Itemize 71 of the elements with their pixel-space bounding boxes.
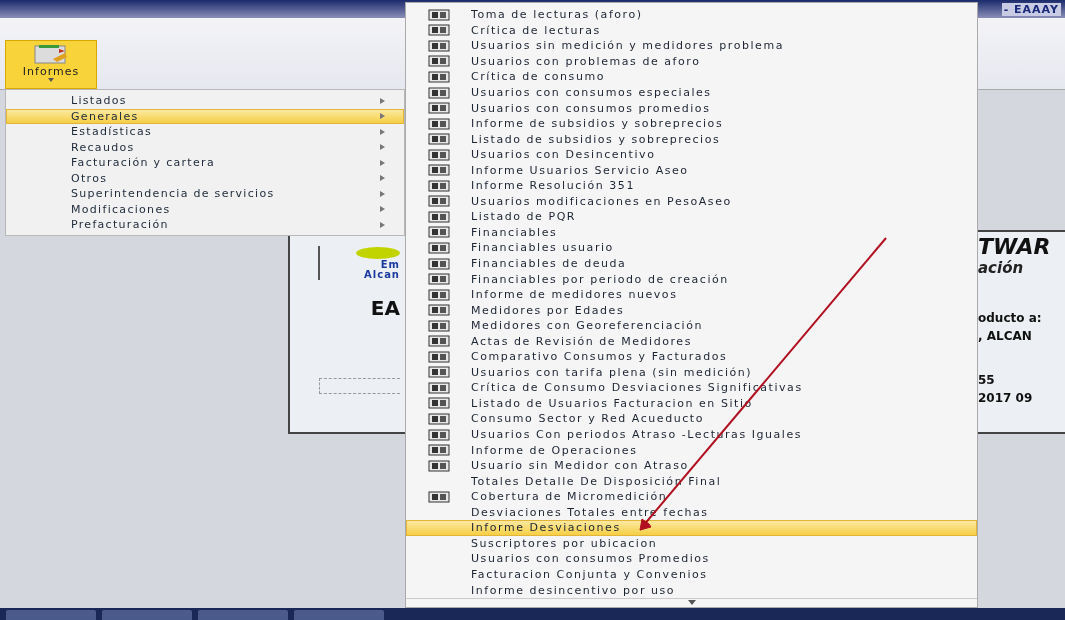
- taskbar-button[interactable]: [6, 610, 96, 620]
- splash-heading: EA: [370, 296, 400, 320]
- splash-text: 2017 09: [978, 391, 1034, 405]
- logo-text: Alcan: [364, 270, 400, 280]
- submenu-item[interactable]: Financiables por periodo de creación: [406, 271, 977, 287]
- submenu-arrow-icon: [380, 221, 385, 228]
- submenu-arrow-icon: [380, 159, 385, 166]
- submenu-item[interactable]: Facturacion Conjunta y Convenios: [406, 566, 977, 583]
- menu-item[interactable]: Superintendencia de servicios: [6, 186, 404, 202]
- window-title: - EAAAY: [1001, 2, 1061, 16]
- submenu-item[interactable]: Toma de lecturas (aforo): [406, 7, 977, 23]
- submenu-item[interactable]: Informe desincentivo por uso: [406, 582, 977, 598]
- submenu-item[interactable]: Usuarios con consumos especiales: [406, 84, 977, 101]
- submenu-item[interactable]: Informe Desviaciones: [406, 520, 977, 536]
- input-field[interactable]: [319, 378, 400, 394]
- taskbar-button[interactable]: [102, 610, 192, 620]
- submenu-item[interactable]: Medidores con Georeferenciación: [406, 317, 977, 334]
- splash-text: , ALCAN: [978, 329, 1033, 343]
- submenu-item[interactable]: Informe de medidores nuevos: [406, 286, 977, 303]
- scroll-down-strip[interactable]: [406, 597, 977, 607]
- submenu-arrow-icon: [380, 206, 385, 213]
- caret-icon: [687, 600, 696, 606]
- submenu-item[interactable]: Medidores por Edades: [406, 302, 977, 318]
- submenu-item[interactable]: Financiables: [406, 224, 977, 241]
- submenu-item[interactable]: Usuarios modificaciones en PesoAseo: [406, 193, 977, 210]
- submenu-item[interactable]: Usuarios con consumos Promedios: [406, 551, 977, 567]
- taskbar-button[interactable]: [294, 610, 384, 620]
- submenu-item[interactable]: Informe de Operaciones: [406, 442, 977, 458]
- splash-text: oducto a:: [978, 311, 1043, 325]
- menu-item[interactable]: Listados: [6, 93, 404, 109]
- submenu-item[interactable]: Informe Resolución 351: [406, 178, 977, 194]
- reports-ribbon-button[interactable]: Informes: [5, 40, 97, 89]
- menu-item[interactable]: Otros: [6, 170, 404, 186]
- submenu-item[interactable]: Consumo Sector y Red Acueducto: [406, 411, 977, 427]
- submenu-arrow-icon: [380, 190, 385, 197]
- submenu-item[interactable]: Financiables usuario: [406, 240, 977, 256]
- submenu-item[interactable]: Cobertura de Micromedición: [406, 488, 977, 505]
- submenu-arrow-icon: [380, 128, 385, 135]
- menu-item[interactable]: Facturación y cartera: [6, 155, 404, 171]
- submenu-item[interactable]: Listado de PQR: [406, 209, 977, 225]
- submenu-item[interactable]: Comparativo Consumos y Facturados: [406, 349, 977, 365]
- menu-item[interactable]: Modificaciones: [6, 201, 404, 217]
- menu-item[interactable]: Prefacturación: [6, 217, 404, 233]
- submenu-item[interactable]: Informe Usuarios Servicio Aseo: [406, 162, 977, 178]
- submenu-item[interactable]: Usuarios sin medición y medidores problema: [406, 38, 977, 54]
- submenu-item[interactable]: Usuario sin Medidor con Atraso: [406, 457, 977, 474]
- submenu-item[interactable]: Financiables de deuda: [406, 255, 977, 272]
- splash-text: 55: [978, 373, 996, 387]
- submenu-item[interactable]: Crítica de lecturas: [406, 22, 977, 39]
- submenu-arrow-icon: [380, 113, 385, 120]
- caret-icon: [48, 78, 54, 82]
- submenu-item[interactable]: Suscriptores por ubicacion: [406, 535, 977, 552]
- submenu-item[interactable]: Usuarios con Desincentivo: [406, 146, 977, 163]
- menu-item[interactable]: Recaudos: [6, 139, 404, 155]
- menu-item[interactable]: Estadísticas: [6, 124, 404, 140]
- taskbar-button[interactable]: [198, 610, 288, 620]
- submenu-item[interactable]: Usuarios con tarifa plena (sin medición): [406, 364, 977, 381]
- submenu-item[interactable]: Usuarios con consumos promedios: [406, 100, 977, 116]
- logo-text: Em: [380, 260, 400, 270]
- submenu-item[interactable]: Totales Detalle De Disposición Final: [406, 473, 977, 489]
- menu-item[interactable]: Generales: [6, 108, 404, 124]
- splash-text: TWAR: [978, 234, 1052, 259]
- submenu-item[interactable]: Listado de subsidios y sobreprecios: [406, 131, 977, 147]
- submenu-item[interactable]: Actas de Revisión de Medidores: [406, 333, 977, 350]
- submenu-item[interactable]: Usuarios con problemas de aforo: [406, 53, 977, 70]
- submenu-item[interactable]: Informe de subsidios y sobreprecios: [406, 115, 977, 132]
- submenu-item[interactable]: Crítica de consumo: [406, 69, 977, 85]
- submenu-arrow-icon: [380, 175, 385, 182]
- submenu-arrow-icon: [380, 97, 385, 104]
- submenu-arrow-icon: [380, 144, 385, 151]
- splash-text: ación: [978, 259, 1025, 277]
